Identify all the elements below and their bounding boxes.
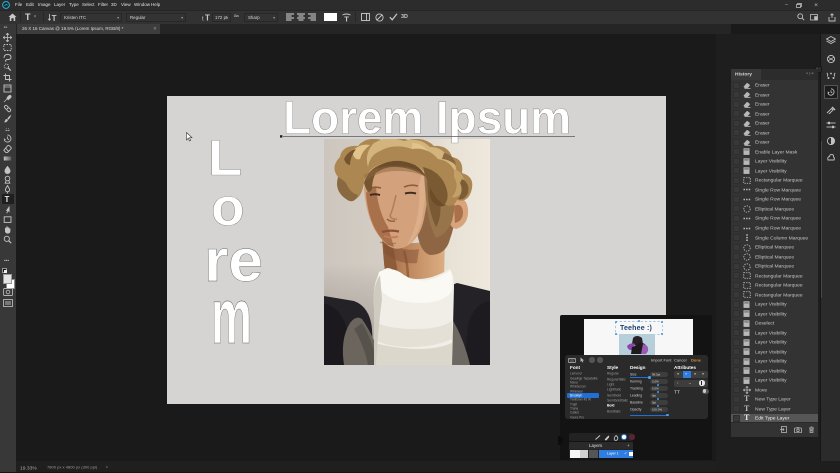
svg-text:m: m [211,272,252,360]
svg-text:T: T [52,14,57,22]
svg-text:T: T [344,14,349,22]
svg-text:T: T [205,14,210,22]
svg-text:t: t [202,17,204,22]
